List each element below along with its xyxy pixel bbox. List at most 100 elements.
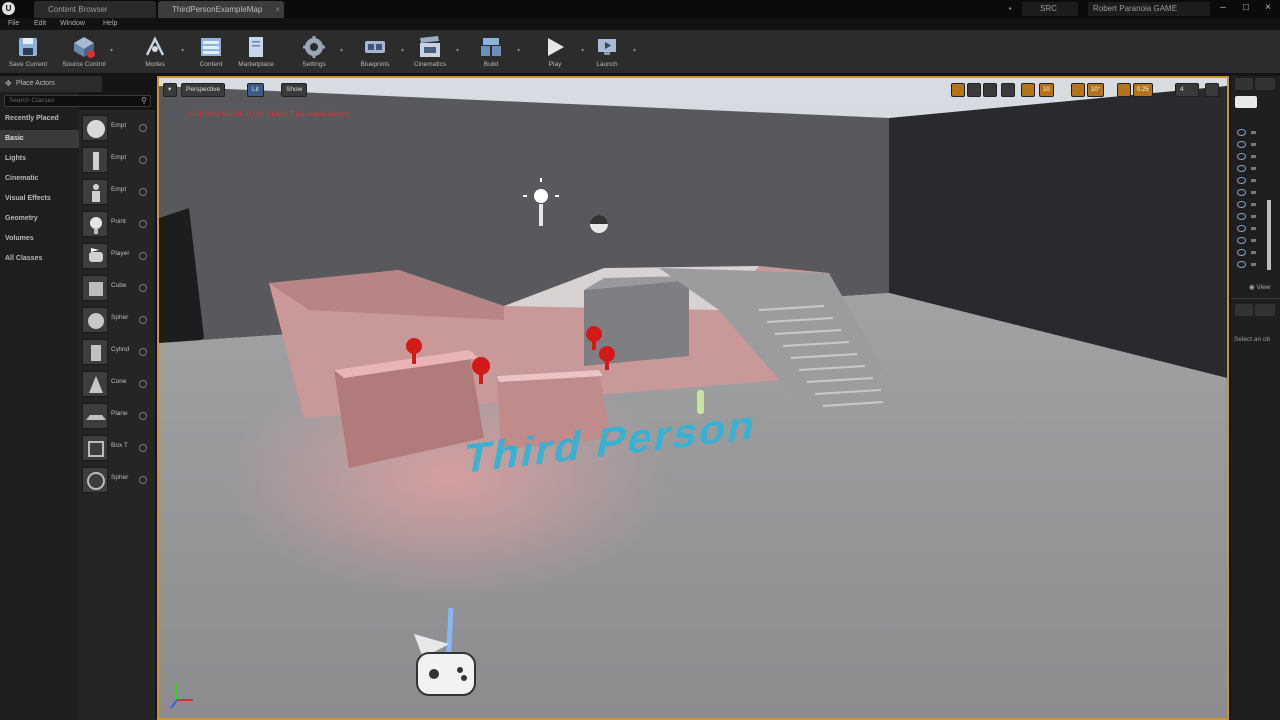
list-item[interactable] [1237,200,1277,210]
list-item[interactable]: Empt [79,113,155,143]
tab-content-browser[interactable]: Content Browser [34,1,156,18]
details-tab[interactable] [1235,304,1253,316]
outliner-scrollbar[interactable] [1267,200,1271,270]
chevron-down-icon[interactable]: ▾ [633,47,636,54]
perspective-button[interactable]: Perspective [181,83,225,97]
menu-file[interactable]: File [8,18,19,30]
close-tab-icon[interactable]: × [275,1,280,18]
menu-help[interactable]: Help [103,18,117,30]
scale-tool-icon[interactable] [983,83,997,97]
visibility-eye-icon[interactable] [1237,213,1246,220]
list-item[interactable]: Box T [79,433,155,463]
settings-button[interactable]: Settings ▾ [288,33,343,73]
unreal-logo-icon[interactable]: U [2,2,15,15]
visibility-eye-icon[interactable] [1237,249,1246,256]
list-item[interactable] [1237,176,1277,186]
visibility-eye-icon[interactable] [1237,141,1246,148]
world-space-icon[interactable] [1001,83,1015,97]
list-item[interactable]: Empt [79,177,155,207]
minimize-icon[interactable]: ‒ [1212,0,1234,16]
list-item[interactable]: Spher [79,465,155,495]
level-viewport[interactable]: Third Person ▾ Perspective Lit Show LIGH… [157,76,1229,720]
category-geometry[interactable]: Geometry [0,210,79,228]
list-item[interactable] [1237,188,1277,198]
list-item[interactable] [1237,212,1277,222]
source-control-button[interactable]: Source Control ▾ [58,33,113,73]
visibility-eye-icon[interactable] [1237,189,1246,196]
chevron-down-icon[interactable]: ▾ [456,47,459,54]
category-basic[interactable]: Basic [0,130,79,148]
radio-icon [139,284,147,292]
view-options-button[interactable]: ◉ View [1249,283,1270,291]
category-cinematic[interactable]: Cinematic [0,170,79,188]
tab-level-map[interactable]: ThirdPersonExampleMap × [158,1,284,18]
category-visual-effects[interactable]: Visual Effects [0,190,79,208]
list-item[interactable]: Point [79,209,155,239]
show-button[interactable]: Show [281,83,308,97]
visibility-eye-icon[interactable] [1237,129,1246,136]
scale-snap-value[interactable]: 0.25 [1133,83,1153,97]
place-mode-icon[interactable]: ✥ [5,76,12,92]
visibility-eye-icon[interactable] [1237,225,1246,232]
outliner-search-input[interactable] [1235,96,1257,108]
list-item[interactable] [1237,140,1277,150]
marketplace-button[interactable]: Marketplace [230,33,282,73]
grid-snap-value[interactable]: 10 [1039,83,1054,97]
surface-snap-icon[interactable] [1021,83,1035,97]
angle-snap-value[interactable]: 10° [1087,83,1105,97]
list-item[interactable]: Empt [79,145,155,175]
visibility-eye-icon[interactable] [1237,201,1246,208]
category-volumes[interactable]: Volumes [0,230,79,248]
blueprints-button[interactable]: Blueprints ▾ [349,33,404,73]
play-button[interactable]: Play ▾ [529,33,584,73]
search-classes-input[interactable]: Search Classes ⚲ [4,95,151,107]
list-item[interactable]: Cylind [79,337,155,367]
list-item[interactable]: Player [79,241,155,271]
scale-snap-icon[interactable] [1117,83,1131,97]
viewport-options-button[interactable]: ▾ [163,83,177,97]
details-tab[interactable] [1255,304,1275,316]
build-button[interactable]: Build ▾ [465,33,520,73]
visibility-eye-icon[interactable] [1237,261,1246,268]
category-all-classes[interactable]: All Classes [0,250,79,268]
close-icon[interactable]: × [1257,0,1279,16]
cinematics-button[interactable]: Cinematics ▾ [404,33,459,73]
list-item[interactable] [1237,152,1277,162]
list-item[interactable] [1237,248,1277,258]
rotate-tool-icon[interactable] [967,83,981,97]
menu-window[interactable]: Window [60,18,85,30]
list-item[interactable] [1237,236,1277,246]
source-control-badge[interactable]: SRC [1022,2,1078,16]
menu-edit[interactable]: Edit [34,18,46,30]
notification-icon[interactable]: ▪ [1003,2,1017,16]
visibility-eye-icon[interactable] [1237,177,1246,184]
list-item[interactable]: Cone [79,369,155,399]
launch-button[interactable]: Launch ▾ [581,33,636,73]
visibility-eye-icon[interactable] [1237,237,1246,244]
list-item[interactable] [1237,224,1277,234]
modes-button[interactable]: Modes ▾ [129,33,184,73]
chevron-down-icon[interactable]: ▾ [340,47,343,54]
visibility-eye-icon[interactable] [1237,165,1246,172]
visibility-eye-icon[interactable] [1237,153,1246,160]
chevron-down-icon[interactable]: ▾ [110,47,113,54]
maximize-viewport-icon[interactable] [1205,83,1219,97]
outliner-tab[interactable] [1235,78,1253,90]
chevron-down-icon[interactable]: ▾ [181,47,184,54]
list-item[interactable] [1237,128,1277,138]
angle-snap-icon[interactable] [1071,83,1085,97]
list-item[interactable]: Cube [79,273,155,303]
translate-tool-icon[interactable] [951,83,965,97]
save-current-button[interactable]: Save Current [2,33,54,73]
list-item[interactable] [1237,260,1277,270]
category-lights[interactable]: Lights [0,150,79,168]
lit-mode-button[interactable]: Lit [247,83,264,97]
list-item[interactable]: Spher [79,305,155,335]
maximize-icon[interactable]: □ [1235,0,1257,16]
chevron-down-icon[interactable]: ▾ [517,47,520,54]
outliner-tab[interactable] [1255,78,1275,90]
category-recently-placed[interactable]: Recently Placed [0,110,79,128]
camera-speed-button[interactable]: 4 [1175,83,1199,97]
list-item[interactable] [1237,164,1277,174]
list-item[interactable]: Plane [79,401,155,431]
